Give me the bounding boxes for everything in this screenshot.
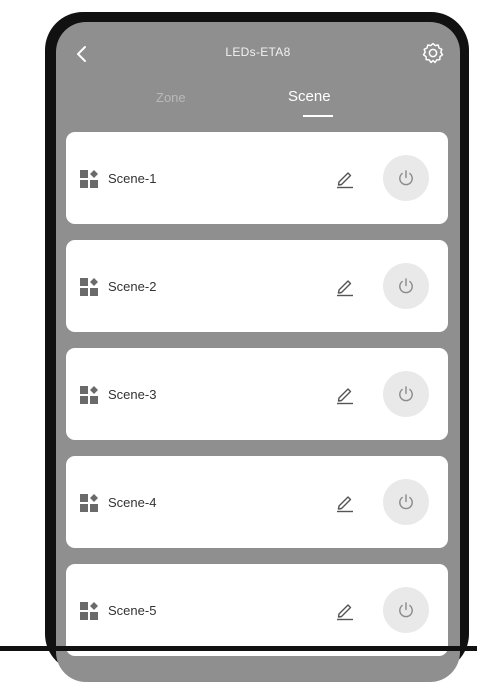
scene-label: Scene-2 <box>108 279 157 294</box>
page-title: LEDs-ETA8 <box>225 45 291 59</box>
edit-pencil-icon[interactable] <box>334 599 356 621</box>
scene-card-2[interactable]: Scene-2 <box>66 240 448 332</box>
scene-grid-icon <box>80 494 98 512</box>
power-button[interactable] <box>383 263 429 309</box>
scene-grid-icon <box>80 170 98 188</box>
power-button[interactable] <box>383 587 429 633</box>
bottom-border <box>0 646 477 651</box>
app-screen: LEDs-ETA8 Zone Scene Scene-1 Scene-2 Sce… <box>56 22 460 682</box>
power-icon <box>399 278 413 294</box>
scene-label: Scene-1 <box>108 171 157 186</box>
scene-label: Scene-5 <box>108 603 157 618</box>
power-icon <box>399 494 413 510</box>
edit-pencil-icon[interactable] <box>334 491 356 513</box>
power-icon <box>399 170 413 186</box>
scene-label: Scene-3 <box>108 387 157 402</box>
power-button[interactable] <box>383 155 429 201</box>
scene-grid-icon <box>80 278 98 296</box>
power-icon <box>399 602 413 618</box>
scene-card-4[interactable]: Scene-4 <box>66 456 448 548</box>
scene-grid-icon <box>80 386 98 404</box>
scene-grid-icon <box>80 602 98 620</box>
active-tab-indicator <box>303 115 333 117</box>
edit-pencil-icon[interactable] <box>334 383 356 405</box>
power-button[interactable] <box>383 371 429 417</box>
tab-zone[interactable]: Zone <box>156 90 186 105</box>
scene-label: Scene-4 <box>108 495 157 510</box>
edit-pencil-icon[interactable] <box>334 275 356 297</box>
settings-gear-icon <box>422 42 444 64</box>
power-icon <box>399 386 413 402</box>
power-button[interactable] <box>383 479 429 525</box>
top-bar: LEDs-ETA8 Zone Scene <box>56 22 460 132</box>
tab-scene[interactable]: Scene <box>288 88 331 105</box>
scene-card-1[interactable]: Scene-1 <box>66 132 448 224</box>
edit-pencil-icon[interactable] <box>334 167 356 189</box>
scene-card-3[interactable]: Scene-3 <box>66 348 448 440</box>
settings-button[interactable] <box>420 40 446 66</box>
scene-card-5[interactable]: Scene-5 <box>66 564 448 656</box>
